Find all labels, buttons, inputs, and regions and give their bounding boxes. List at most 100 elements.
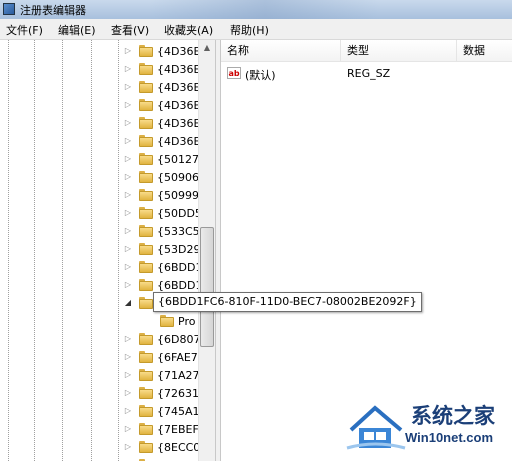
house-logo-icon [346, 405, 406, 450]
expand-arrow-icon[interactable]: ▷ [123, 82, 133, 92]
tree-key-row[interactable]: ▷ {6D807 [0, 331, 215, 349]
tree-key-row[interactable]: ▷ {4D36E9 [0, 61, 215, 79]
folder-icon [139, 441, 153, 453]
tree-key-row[interactable]: ▷ {71A27 [0, 367, 215, 385]
tree-key-label: {8ECC0 [157, 441, 201, 454]
expand-arrow-icon[interactable]: ▷ [123, 46, 133, 56]
expand-arrow-icon[interactable]: ▷ [123, 280, 133, 290]
expand-arrow-icon[interactable]: ▷ [123, 172, 133, 182]
expand-arrow-icon[interactable]: ▷ [123, 334, 133, 344]
tree-key-label: {533C5I [157, 225, 203, 238]
tree-key-row[interactable]: ▷ {4D36E9 [0, 97, 215, 115]
watermark-url: Win10net.com [405, 430, 494, 445]
tree-key-row[interactable]: ▷ {8ECC0 [0, 439, 215, 457]
expand-arrow-icon[interactable]: ▷ [123, 244, 133, 254]
value-name: (默认) [245, 69, 276, 82]
tree-scrollbar[interactable]: ▲ [198, 40, 215, 461]
string-value-icon: ab [227, 67, 241, 79]
title-bar[interactable]: 注册表编辑器 [0, 0, 512, 19]
watermark-brand: 系统之家 [411, 404, 495, 428]
scroll-up-arrow-icon[interactable]: ▲ [199, 40, 215, 56]
menu-help[interactable]: 帮助(H) [230, 22, 269, 38]
column-header-name[interactable]: 名称 [221, 40, 341, 62]
folder-icon [139, 297, 153, 309]
tree-key-label: {745A1 [157, 405, 200, 418]
folder-icon [139, 135, 153, 147]
tree-key-row[interactable]: ▷ {4D36E9 [0, 115, 215, 133]
folder-icon [139, 225, 153, 237]
expand-arrow-icon[interactable]: ▷ [123, 100, 133, 110]
tree-key-row[interactable]: ▷ {53D29I [0, 241, 215, 259]
expand-arrow-icon[interactable]: ▷ [123, 388, 133, 398]
expand-arrow-icon[interactable]: ▷ [123, 352, 133, 362]
tree-key-row[interactable]: ▷ {7EBEFE [0, 421, 215, 439]
folder-icon [139, 99, 153, 111]
menu-file[interactable]: 文件(F) [6, 22, 43, 38]
folder-icon [139, 81, 153, 93]
folder-icon [139, 153, 153, 165]
expand-arrow-icon[interactable]: ▷ [123, 370, 133, 380]
expand-arrow-icon[interactable]: ▷ [123, 442, 133, 452]
column-header-data[interactable]: 数据 [457, 40, 512, 62]
tree-key-row[interactable]: ▷ {50127D [0, 151, 215, 169]
tree-key-label: {6BDD1 [157, 279, 203, 292]
folder-icon [139, 243, 153, 255]
menu-view[interactable]: 查看(V) [111, 22, 149, 38]
tree-key-label: {6D807 [157, 333, 201, 346]
menu-bar: 文件(F) 编辑(E) 查看(V) 收藏夹(A) 帮助(H) [0, 19, 512, 40]
expand-arrow-icon[interactable]: ▷ [123, 136, 133, 146]
tree-key-row[interactable]: ▷ {509994 [0, 187, 215, 205]
tree-key-row[interactable]: ▷{8ECC0 [0, 457, 215, 461]
tree-key-row[interactable]: ▷ {4D36E9 [0, 79, 215, 97]
folder-icon [139, 405, 153, 417]
expand-arrow-icon[interactable]: ▷ [123, 262, 133, 272]
value-type: REG_SZ [347, 67, 391, 80]
expand-arrow-icon[interactable]: ▷ [123, 424, 133, 434]
expand-arrow-icon[interactable]: ▷ [123, 406, 133, 416]
expand-arrow-icon[interactable]: ▷ [123, 190, 133, 200]
expand-arrow-icon[interactable]: ▷ [123, 64, 133, 74]
column-header-type[interactable]: 类型 [341, 40, 457, 62]
folder-icon [139, 333, 153, 345]
folder-icon [139, 207, 153, 219]
tree-key-label: {6BDD1 [157, 261, 203, 274]
folder-icon [139, 423, 153, 435]
tree-key-label: {53D29I [157, 243, 204, 256]
scroll-thumb[interactable] [200, 227, 214, 347]
folder-icon [139, 279, 153, 291]
tree-key-row[interactable]: ▷ {50DD5 [0, 205, 215, 223]
folder-icon [139, 189, 153, 201]
folder-icon [139, 387, 153, 399]
tree-key-row[interactable]: ▷ {533C5I [0, 223, 215, 241]
expand-arrow-icon[interactable]: ▷ [123, 208, 133, 218]
value-row[interactable]: ab (默认) REG_SZ [221, 64, 512, 84]
folder-icon [139, 369, 153, 381]
folder-icon [139, 351, 153, 363]
title-bar-glass [150, 0, 380, 19]
key-name-tooltip: {6BDD1FC6-810F-11D0-BEC7-08002BE2092F} [153, 292, 422, 312]
tree-key-row[interactable]: ▷ {50906C [0, 169, 215, 187]
tree-key-row[interactable]: ▷ {745A1 [0, 403, 215, 421]
tree-key-label: {71A27 [157, 369, 200, 382]
tree-key-row[interactable]: ▷ {4D36E9 [0, 133, 215, 151]
tree-key-row[interactable]: ▷ {6FAE7 [0, 349, 215, 367]
expand-arrow-icon[interactable]: ▷ [123, 226, 133, 236]
folder-icon [139, 261, 153, 273]
collapse-arrow-icon[interactable]: ◢ [123, 298, 133, 308]
tree-key-row[interactable]: ▷ {4D36E9 [0, 43, 215, 61]
registry-tree[interactable]: ▷ {4D36E9 ▷ {4D36E9 ▷ {4D36E9 ▷ {4D36E9 ▷ {4D36E9… [0, 40, 215, 461]
tree-key-label: {50DD5 [157, 207, 202, 220]
tree-key-label: Pro [178, 315, 196, 328]
expand-arrow-icon[interactable]: ▷ [123, 118, 133, 128]
folder-icon [139, 171, 153, 183]
menu-edit[interactable]: 编辑(E) [58, 22, 96, 38]
tree-key-label: {6FAE7 [157, 351, 198, 364]
expand-arrow-icon[interactable]: ▷ [123, 154, 133, 164]
tree-key-row[interactable]: ▷ {72631E [0, 385, 215, 403]
tree-subkey-row[interactable]: Pro [0, 313, 215, 331]
tree-key-row[interactable]: ▷ {6BDD1 [0, 259, 215, 277]
folder-icon [139, 63, 153, 75]
menu-favorites[interactable]: 收藏夹(A) [164, 22, 213, 38]
window-title: 注册表编辑器 [20, 4, 86, 17]
folder-icon [160, 315, 174, 327]
